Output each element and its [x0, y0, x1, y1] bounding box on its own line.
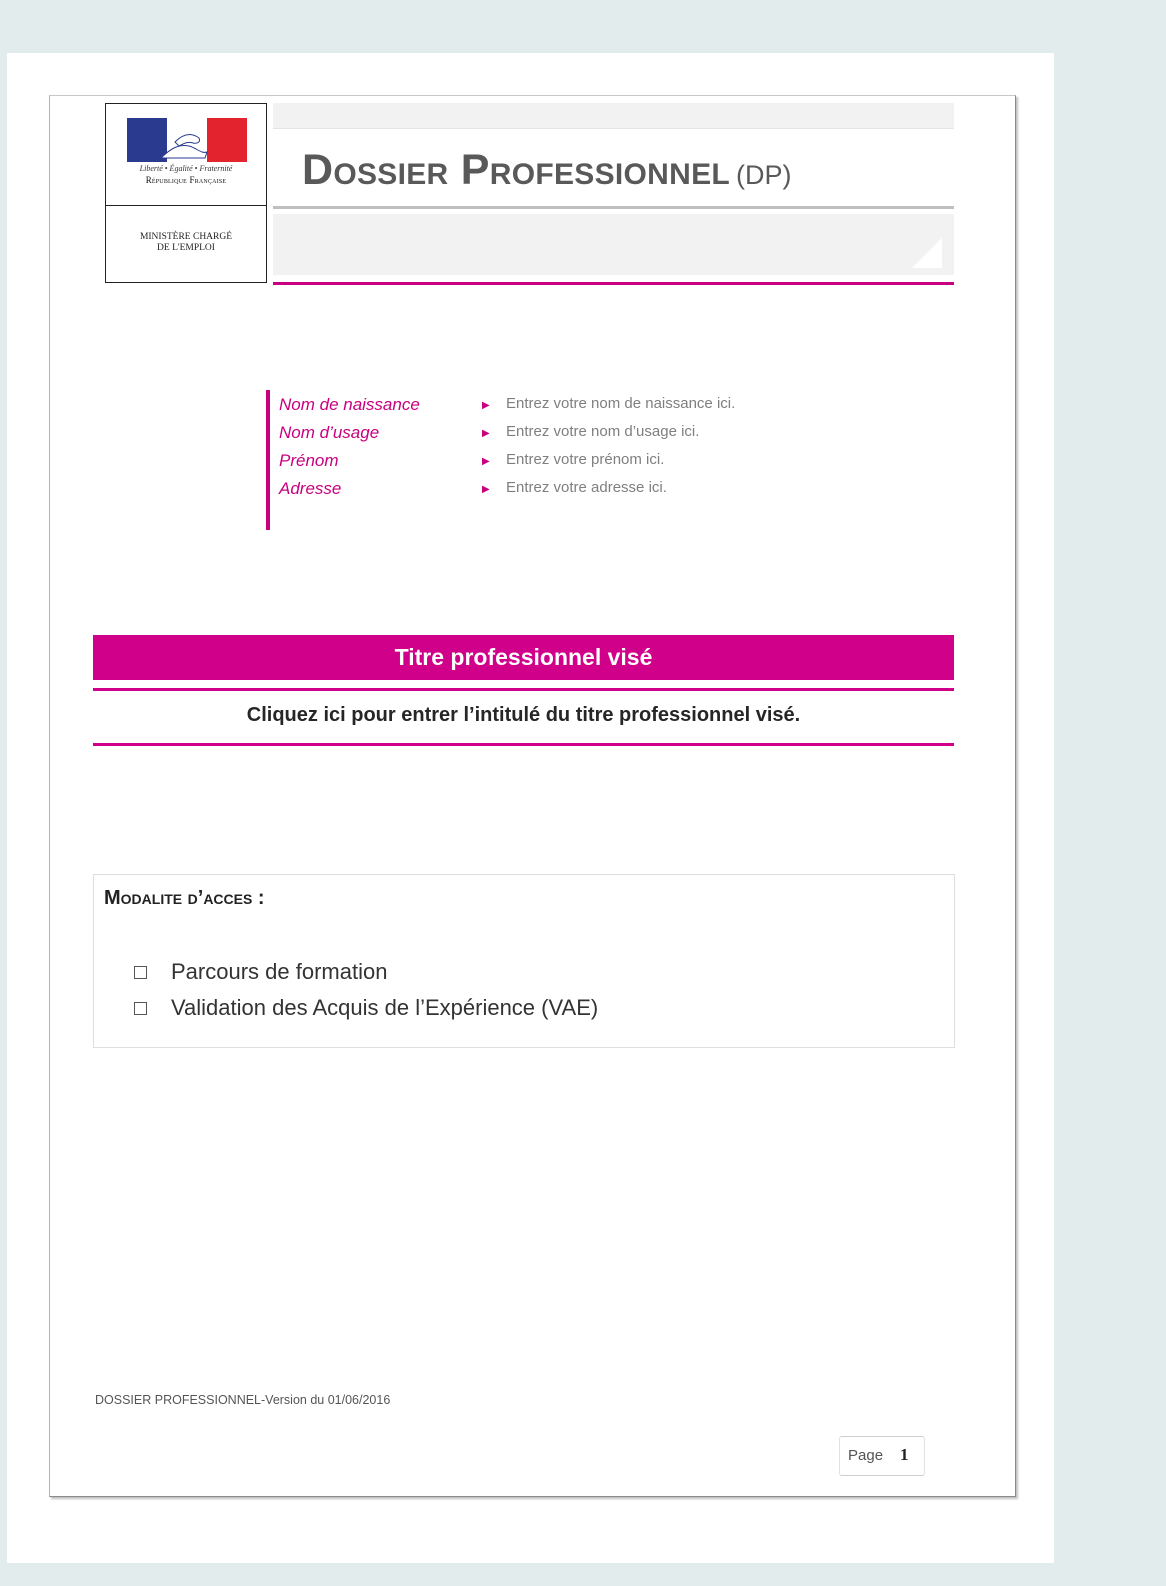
identity-label: Adresse — [279, 479, 342, 498]
usage-name-field[interactable]: Entrez votre nom d’usage ici. — [506, 423, 699, 440]
option-label: Validation des Acquis de l’Expérience (V… — [171, 995, 599, 1020]
birth-name-field[interactable]: Entrez votre nom de naissance ici. — [506, 395, 735, 412]
option-label: Parcours de formation — [171, 959, 388, 984]
checkbox-vae[interactable] — [134, 1002, 147, 1015]
arrow-right-icon: ▶ — [482, 428, 490, 439]
identity-label: Nom de naissance — [279, 395, 420, 414]
title-main: Dossier Professionnel — [302, 146, 731, 194]
ministry-line-1: MINISTÈRE CHARGÉ — [139, 232, 233, 242]
titre-field[interactable]: Cliquez ici pour entrer l’intitulé du ti… — [93, 704, 954, 727]
marianne-logo-block: Liberté • Égalité • Fraternité Républiqu… — [105, 103, 267, 283]
motto-text: Liberté • Égalité • Fraternité — [139, 164, 233, 173]
titre-banner: Titre professionnel visé — [93, 635, 954, 680]
ministry-line-2: DE L'EMPLOI — [157, 243, 215, 253]
page-title: Dossier Professionnel (DP) — [302, 146, 952, 202]
titre-top-rule — [93, 688, 954, 691]
identity-label: Prénom — [279, 451, 339, 470]
identity-accent-bar — [266, 390, 270, 530]
title-bar-bottom — [273, 214, 954, 275]
ministry-text: MINISTÈRE CHARGÉ DE L'EMPLOI — [106, 232, 266, 254]
page-label: Page — [848, 1447, 884, 1464]
checkbox-formation[interactable] — [134, 966, 147, 979]
first-name-field[interactable]: Entrez votre prénom ici. — [506, 451, 664, 468]
modalite-section: Modalite d’acces : Parcours de formation… — [93, 874, 955, 1048]
modalite-title: Modalite d’acces : — [104, 887, 265, 909]
arrow-right-icon: ▶ — [482, 400, 490, 411]
header-accent-rule — [273, 282, 954, 285]
logo-top-panel: Liberté • Égalité • Fraternité Républiqu… — [106, 104, 266, 206]
document-page — [49, 95, 1016, 1497]
title-divider — [273, 206, 954, 209]
footer-version: DOSSIER PROFESSIONNEL-Version du 01/06/2… — [95, 1393, 391, 1407]
marianne-flag-icon — [127, 118, 247, 162]
identity-label: Nom d’usage — [279, 423, 380, 442]
page-fold-icon — [912, 238, 942, 268]
titre-bottom-rule — [93, 743, 954, 746]
arrow-right-icon: ▶ — [482, 484, 490, 495]
page-number: 1 — [900, 1445, 909, 1464]
title-abbreviation: (DP) — [736, 160, 792, 190]
address-field[interactable]: Entrez votre adresse ici. — [506, 479, 667, 496]
page-number-box: Page 1 — [839, 1436, 925, 1476]
arrow-right-icon: ▶ — [482, 456, 490, 467]
title-bar-top — [273, 103, 954, 129]
republic-text: République Française — [145, 175, 227, 185]
